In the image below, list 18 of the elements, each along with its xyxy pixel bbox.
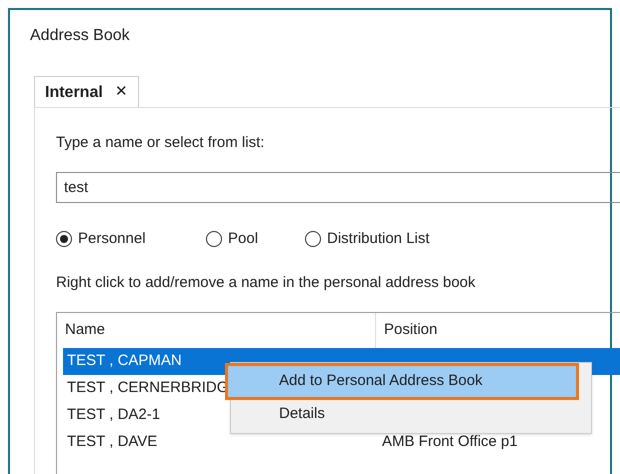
hint-text: Right click to add/remove a name in the personal address book — [56, 273, 476, 293]
tab[interactable]: Internal ✕ — [34, 76, 139, 108]
menu-item[interactable]: Details — [231, 398, 591, 431]
radio-button[interactable]: Distribution List — [305, 228, 430, 250]
search-field[interactable]: test — [56, 172, 620, 203]
close-icon[interactable]: ✕ — [114, 81, 128, 104]
radio-icon[interactable] — [305, 231, 321, 248]
radio-button[interactable]: Pool — [206, 228, 305, 250]
menu-item[interactable]: Add to Personal Address Book — [227, 365, 577, 398]
table-cell: TEST , CAPMAN — [67, 352, 182, 370]
radio-icon[interactable] — [56, 231, 72, 248]
radio-button[interactable]: Personnel — [56, 228, 206, 250]
search-label: Type a name or select from list: — [56, 133, 264, 153]
window-title: Address Book — [30, 26, 130, 46]
radio-icon[interactable] — [206, 231, 222, 248]
table-cell-text: AMB Front Office p1 — [381, 432, 518, 452]
table-cell: TEST , DAVE — [67, 433, 158, 450]
column-header[interactable]: Position — [376, 313, 620, 348]
